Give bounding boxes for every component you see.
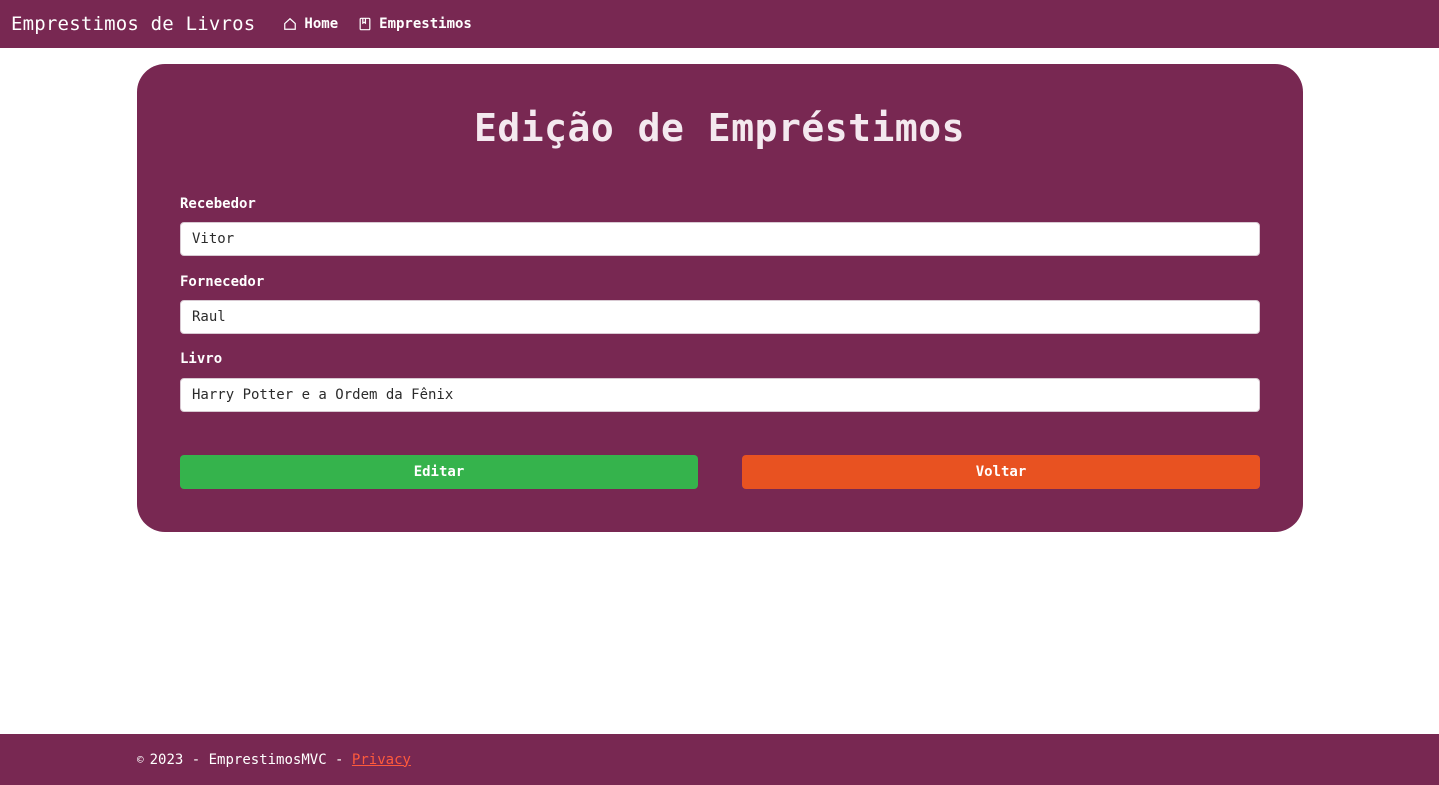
top-navbar: Emprestimos de Livros Home Emprestimos [0,0,1439,48]
notebook-icon [359,17,371,31]
page-title: Edição de Empréstimos [474,106,965,150]
livro-label: Livro [180,351,223,367]
recebedor-input[interactable] [180,222,1260,256]
recebedor-label: Recebedor [180,196,256,212]
back-button[interactable]: Voltar [742,455,1260,489]
nav-link-home[interactable]: Home [283,16,338,32]
fornecedor-label: Fornecedor [180,274,265,290]
edit-button[interactable]: Editar [180,455,698,489]
page-footer: © 2023 - EmprestimosMVC - Privacy [0,734,1439,785]
privacy-link[interactable]: Privacy [352,752,411,768]
nav-link-home-label: Home [304,16,339,32]
nav-link-emprestimos-label: Emprestimos [379,16,472,32]
footer-text: 2023 - EmprestimosMVC - [149,751,352,768]
copyright-symbol: © [137,753,144,766]
house-icon [284,17,297,30]
livro-input[interactable] [180,378,1260,412]
nav-link-emprestimos[interactable]: Emprestimos [358,16,472,32]
navbar-brand[interactable]: Emprestimos de Livros [11,13,255,35]
fornecedor-input[interactable] [180,300,1260,334]
